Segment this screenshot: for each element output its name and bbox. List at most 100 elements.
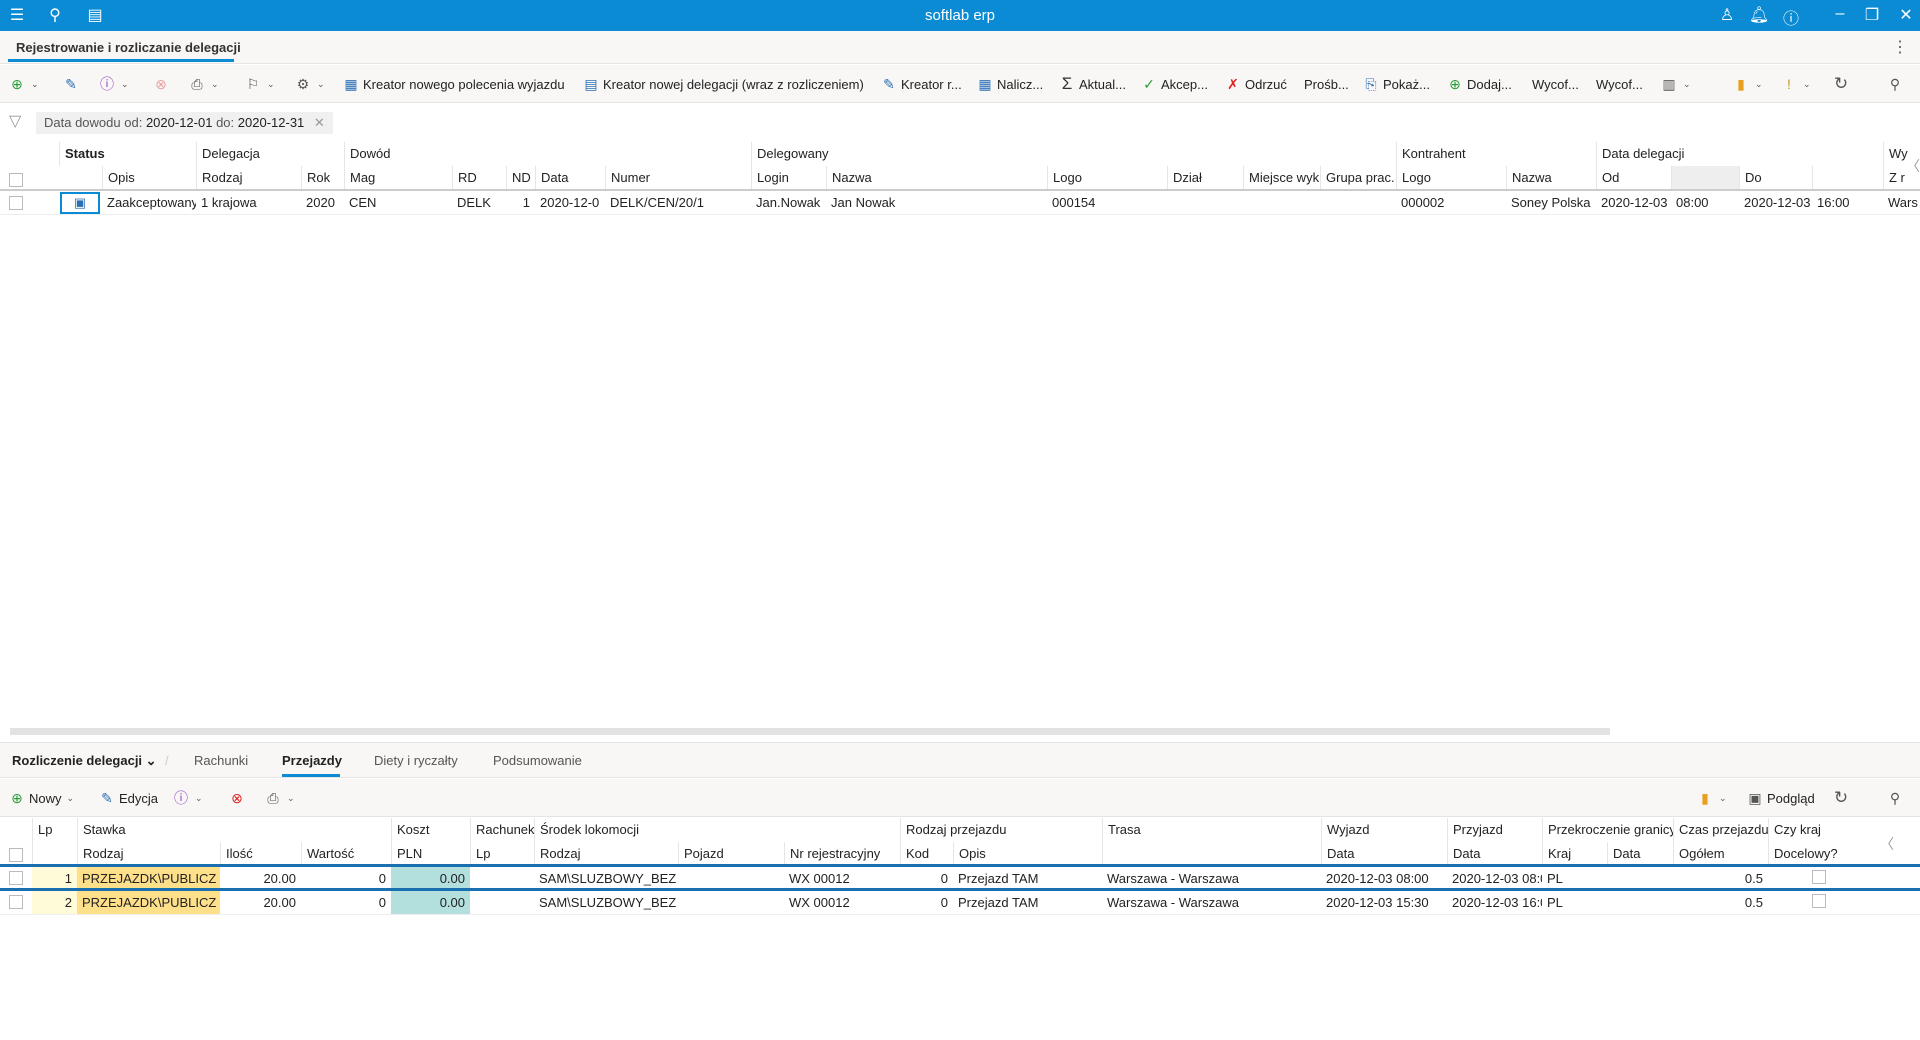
podglad-button[interactable]: ▣ Podgląd [1746,788,1814,808]
column-header[interactable] [1812,166,1883,190]
column-header[interactable]: Do [1739,166,1812,190]
column-header[interactable]: Mag [344,166,452,190]
column-header[interactable]: Kraj [1542,842,1607,866]
column-header[interactable]: Rodzaj [534,842,678,866]
column-header[interactable]: Ogółem [1673,842,1768,866]
column-header[interactable]: Opis [953,842,1102,866]
column-header[interactable]: RD [452,166,506,190]
select-all-checkbox[interactable] [9,173,23,187]
aktual-button[interactable]: Σ Aktual... [1058,74,1126,94]
column-header[interactable]: Kod [900,842,953,866]
column-header[interactable]: Data [1321,842,1447,866]
print-button[interactable]: ⎙ ⌄ [264,788,294,808]
column-header[interactable]: Od [1596,166,1671,190]
tab-rachunki[interactable]: Rachunki [194,753,248,768]
refresh-button[interactable]: ↻ [1832,74,1850,94]
help-icon[interactable]: ⓘ [1780,5,1802,29]
column-header[interactable]: Nr rejestracyjny [784,842,900,866]
akcep-button[interactable]: ✓ Akcep... [1140,74,1208,94]
column-header[interactable]: Numer [605,166,751,190]
column-header[interactable]: Login [751,166,826,190]
column-header[interactable]: Data [535,166,605,190]
settings-document-button[interactable]: ⚙ ⌄ [294,74,325,94]
kreator-polecenia-button[interactable]: ▦ Kreator nowego polecenia wyjazdu [342,74,564,94]
print-icon: ⎙ [267,790,279,806]
dodaj-button[interactable]: ⊕ Dodaj... [1446,74,1512,94]
column-header[interactable]: Rodzaj [196,166,301,190]
column-header[interactable]: Opis [102,166,196,190]
chart-button[interactable]: ▮ ⌄ [1696,788,1726,808]
user-icon[interactable]: ♙ [1716,5,1738,25]
kreator-r-button[interactable]: ✎ Kreator r... [880,74,962,94]
nalicz-button[interactable]: ▦ Nalicz... [976,74,1043,94]
tab-podsumowanie[interactable]: Podsumowanie [493,753,582,768]
docelowy-checkbox[interactable] [1812,870,1826,884]
chart-button[interactable]: ▮ ⌄ [1732,74,1762,94]
info-button[interactable]: ⓘ ⌄ [98,74,129,94]
tab-przejazdy[interactable]: Przejazdy [282,753,342,768]
close-icon[interactable]: ✕ [1895,5,1917,25]
rozliczenie-dropdown[interactable]: Rozliczenie delegacji ⌄ [12,753,157,769]
delete-button[interactable]: ⊗ [228,788,246,808]
wycof-button-2[interactable]: Wycof... [1596,74,1643,94]
collapse-arrow-icon[interactable]: 〈 [1906,156,1920,176]
column-header[interactable]: Lp [470,842,534,866]
prosb-button[interactable]: Prośb... [1304,74,1349,94]
column-header[interactable]: Logo [1396,166,1506,190]
horizontal-scrollbar[interactable] [10,728,1610,735]
column-header[interactable]: Rok [301,166,344,190]
odrzuc-button[interactable]: ✗ Odrzuć [1224,74,1287,94]
column-header[interactable] [1671,166,1739,190]
search-filter-button[interactable]: ⚲ [1886,788,1904,808]
column-header[interactable]: Miejsce wyk [1243,166,1320,190]
docelowy-checkbox[interactable] [1812,894,1826,908]
calculator-menu-button[interactable]: ▥ ⌄ [1660,74,1690,94]
search-filter-button[interactable]: ⚲ [1886,74,1904,94]
tab-diety[interactable]: Diety i ryczałty [374,753,458,768]
column-header[interactable]: Nazwa [826,166,1047,190]
pokaz-button[interactable]: ⎘ Pokaż... [1362,74,1430,94]
row-checkbox[interactable] [9,196,23,210]
delete-button[interactable]: ⊗ [152,74,170,94]
filter-chip[interactable]: Data dowodu od: 2020-12-01 do: 2020-12-3… [36,112,333,134]
row-checkbox[interactable] [9,871,23,885]
print-button[interactable]: ⎙ ⌄ [188,74,218,94]
refresh-button[interactable]: ↻ [1832,788,1850,808]
filter-icon[interactable]: ▽ [9,111,21,131]
table-cell [1607,867,1673,890]
column-header[interactable]: Logo [1047,166,1167,190]
column-header[interactable]: Pojazd [678,842,784,866]
restore-icon[interactable]: ❐ [1861,5,1883,25]
column-header[interactable]: Wartość [301,842,391,866]
column-header[interactable]: ND [506,166,535,190]
flag-button[interactable]: ⚐ ⌄ [244,74,275,94]
column-group-header: Koszt [391,818,470,842]
info-button[interactable]: ⓘ ⌄ [172,788,203,808]
kreator-delegacji-button[interactable]: ▤ Kreator nowej delegacji (wraz z rozlicz… [582,74,863,94]
column-header[interactable]: Ilość [220,842,301,866]
bell-icon[interactable]: 🔔︎ [1748,5,1770,25]
column-header[interactable]: Data [1447,842,1542,866]
more-icon[interactable]: ⋮ [1892,37,1908,57]
column-header[interactable]: Dział [1167,166,1243,190]
column-header[interactable]: Grupa prac. [1320,166,1396,190]
column-header[interactable]: Data [1607,842,1673,866]
table-cell: DELK/CEN/20/1 [610,195,704,210]
new-document-button[interactable]: ⊕ ⌄ [8,74,38,94]
minimize-icon[interactable]: – [1829,5,1851,23]
collapse-arrow-icon[interactable]: 〈 [1880,834,1894,854]
edit-button[interactable]: ✎ [62,74,80,94]
column-header[interactable]: Rodzaj [77,842,220,866]
remove-filter-icon[interactable]: ✕ [314,115,325,130]
column-header[interactable]: PLN [391,842,470,866]
nowy-button[interactable]: ⊕ Nowy ⌄ [8,788,74,808]
select-all-checkbox[interactable] [9,848,23,862]
column-header[interactable]: Docelowy? [1768,842,1866,866]
column-header[interactable]: Nazwa [1506,166,1596,190]
wycof-button-1[interactable]: Wycof... [1532,74,1579,94]
warning-settings-button[interactable]: ! ⌄ [1780,74,1811,94]
status-icon[interactable]: ▣ [60,192,100,214]
edycja-button[interactable]: ✎ Edycja [98,788,158,808]
tab-rejestrowanie[interactable]: Rejestrowanie i rozliczanie delegacji [16,40,241,55]
row-checkbox[interactable] [9,895,23,909]
